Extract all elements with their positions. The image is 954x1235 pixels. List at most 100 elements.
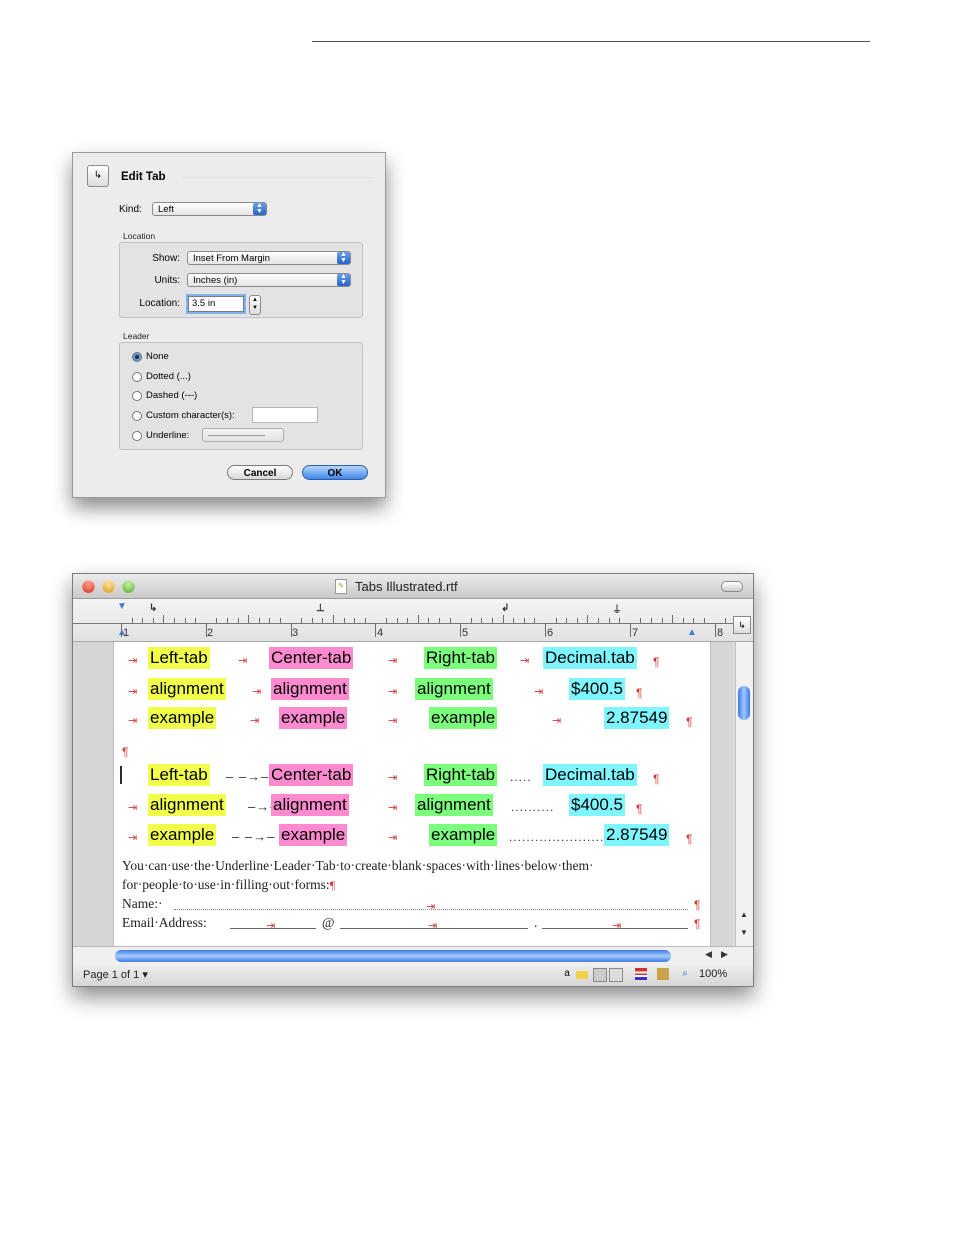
ruler-tick bbox=[396, 618, 398, 623]
status-bar: Page 1 of 1 ▾ a ⌕ 100% bbox=[73, 964, 753, 986]
show-popup[interactable]: Inset From Margin ▲ ▼ bbox=[187, 251, 351, 265]
zoom-icon[interactable]: ⌕ bbox=[679, 968, 691, 980]
underline-style-popup[interactable]: —————— bbox=[202, 428, 284, 442]
ruler-tick bbox=[460, 623, 462, 637]
kind-label: Kind: bbox=[119, 204, 142, 215]
document-proxy-icon[interactable]: ✎ bbox=[335, 579, 347, 594]
leader-option-underline[interactable]: Underline: bbox=[132, 430, 189, 441]
pilcrow: ¶ bbox=[122, 745, 129, 759]
vertical-scrollbar[interactable]: ▲ ▼ bbox=[735, 642, 753, 946]
popup-arrows-icon: ▲ ▼ bbox=[253, 202, 266, 215]
layout-icon[interactable] bbox=[593, 968, 607, 982]
ruler-tick bbox=[152, 618, 154, 623]
custom-character-field[interactable] bbox=[252, 407, 318, 423]
right-tab-stop-icon[interactable]: ↲ bbox=[501, 603, 509, 614]
tab-arrow-icon: ⇥ bbox=[250, 715, 260, 727]
ruler-tick bbox=[470, 618, 472, 623]
window-title: Tabs Illustrated.rtf bbox=[355, 579, 458, 594]
ruler-tick bbox=[682, 618, 684, 623]
center-tab-text: Center-tab bbox=[269, 764, 354, 786]
zoom-button[interactable] bbox=[122, 580, 135, 593]
units-popup[interactable]: Inches (in) ▲ ▼ bbox=[187, 273, 351, 287]
minimize-button[interactable] bbox=[102, 580, 115, 593]
location-stepper[interactable]: ▲ ▼ bbox=[249, 295, 261, 315]
ruler-tick bbox=[227, 618, 228, 623]
tab-arrow-icon: ⇥ bbox=[552, 715, 562, 727]
ruler-tick bbox=[619, 618, 621, 623]
dotted-leader: ...................... bbox=[509, 830, 605, 844]
tab-row: ⇥ alignment ⇥ alignment ⇥ alignment ⇥ $4… bbox=[114, 678, 710, 702]
leader-option-dotted[interactable]: Dotted (...) bbox=[132, 371, 191, 382]
ruler-tab-type-button[interactable]: ↳ bbox=[733, 616, 751, 634]
titlebar: ✎ Tabs Illustrated.rtf bbox=[73, 574, 753, 599]
left-tab-text: alignment bbox=[148, 678, 226, 700]
ruler-tick bbox=[205, 623, 207, 637]
tab-row: ⇥ alignment –→– alignment ⇥ alignment ..… bbox=[114, 794, 710, 818]
ruler-number: 7 bbox=[632, 627, 639, 639]
ok-button[interactable]: OK bbox=[302, 465, 368, 480]
highlight-icon[interactable] bbox=[576, 971, 588, 979]
center-tab-text: Center-tab bbox=[269, 647, 354, 669]
location-field[interactable]: 3.5 in bbox=[188, 296, 244, 312]
scroll-down-icon[interactable]: ▼ bbox=[740, 928, 748, 937]
left-indent-marker-icon[interactable]: ▼ bbox=[117, 601, 127, 612]
tab-arrow-icon: ⇥ bbox=[428, 920, 438, 932]
leader-option-none[interactable]: None bbox=[132, 351, 169, 362]
scroll-left-icon[interactable]: ◀ bbox=[705, 949, 712, 960]
horizontal-scroll-thumb[interactable] bbox=[115, 950, 671, 962]
units-value: Inches (in) bbox=[193, 275, 238, 286]
dialog-title: Edit Tab bbox=[121, 171, 166, 183]
tab-row: ⇥ example – –→– – example ⇥ example ....… bbox=[114, 824, 710, 848]
ruler-number: 6 bbox=[547, 627, 554, 639]
close-button[interactable] bbox=[82, 580, 95, 593]
ruler-tick bbox=[417, 615, 419, 623]
layout-alt-icon[interactable] bbox=[609, 968, 623, 982]
vertical-scroll-thumb[interactable] bbox=[738, 686, 750, 720]
toolbar-toggle-button[interactable] bbox=[721, 581, 743, 592]
document-viewport[interactable]: ⇥ Left-tab ⇥ Center-tab ⇥ Right-tab ⇥ De… bbox=[73, 642, 733, 946]
scroll-right-icon[interactable]: ▶ bbox=[721, 949, 728, 960]
text-style-icon[interactable]: a bbox=[561, 968, 573, 980]
ruler[interactable]: 1 2 3 4 5 6 7 8 ▼ ▲ ↳ ⊥ ↲ ⍊ ▲ ↳ bbox=[73, 599, 753, 642]
textedit-window: ✎ Tabs Illustrated.rtf 1 2 3 4 5 6 7 8 ▼… bbox=[72, 573, 754, 987]
left-tab-stop-icon[interactable]: ↳ bbox=[149, 603, 157, 614]
center-tab-text: example bbox=[279, 824, 348, 846]
horizontal-scrollbar[interactable]: ◀ ▶ bbox=[73, 946, 753, 965]
decimal-tab-text: $400.5 bbox=[569, 678, 625, 700]
left-tab-text: example bbox=[148, 824, 217, 846]
ruler-tick bbox=[174, 618, 175, 623]
ruler-number: 2 bbox=[207, 627, 214, 639]
tab-arrow-icon: ⇥ bbox=[128, 686, 138, 698]
kind-popup[interactable]: Left ▲ ▼ bbox=[152, 202, 267, 216]
zoom-level[interactable]: 100% bbox=[699, 968, 727, 980]
ruler-tick bbox=[672, 615, 674, 623]
name-label: Name:· bbox=[122, 896, 163, 911]
right-margin-marker-icon[interactable]: ▲ bbox=[687, 627, 697, 638]
ruler-tick bbox=[407, 618, 409, 623]
ruler-tick bbox=[608, 618, 610, 623]
leader-option-dashed[interactable]: Dashed (---) bbox=[132, 390, 197, 401]
center-tab-text: alignment bbox=[271, 678, 349, 700]
show-value: Inset From Margin bbox=[193, 253, 271, 264]
email-label: Email·Address: bbox=[122, 915, 207, 930]
page-count-popup[interactable]: Page 1 of 1 ▾ bbox=[83, 968, 148, 981]
ruler-tick bbox=[629, 623, 631, 637]
leader-option-custom[interactable]: Custom character(s): bbox=[132, 410, 235, 421]
language-flag-icon[interactable] bbox=[635, 968, 647, 980]
left-tab-text: Left-tab bbox=[148, 764, 210, 786]
units-label: Units: bbox=[154, 275, 180, 286]
ruler-tick bbox=[375, 623, 377, 637]
center-tab-stop-icon[interactable]: ⊥ bbox=[316, 603, 325, 614]
tab-type-icon-button[interactable]: ↳ bbox=[87, 165, 109, 187]
right-tab-text: example bbox=[429, 707, 498, 729]
tab-arrow-icon: ⇥ bbox=[128, 802, 138, 814]
decimal-tab-stop-icon[interactable]: ⍊ bbox=[614, 603, 620, 614]
clipboard-icon[interactable] bbox=[657, 968, 669, 980]
document-page[interactable]: ⇥ Left-tab ⇥ Center-tab ⇥ Right-tab ⇥ De… bbox=[113, 642, 711, 946]
cancel-button[interactable]: Cancel bbox=[227, 465, 293, 480]
ruler-tick bbox=[492, 618, 493, 623]
ruler-tick bbox=[428, 618, 430, 623]
pilcrow: ¶ bbox=[694, 917, 701, 931]
ruler-tick bbox=[237, 618, 239, 623]
scroll-up-icon[interactable]: ▲ bbox=[740, 910, 748, 919]
